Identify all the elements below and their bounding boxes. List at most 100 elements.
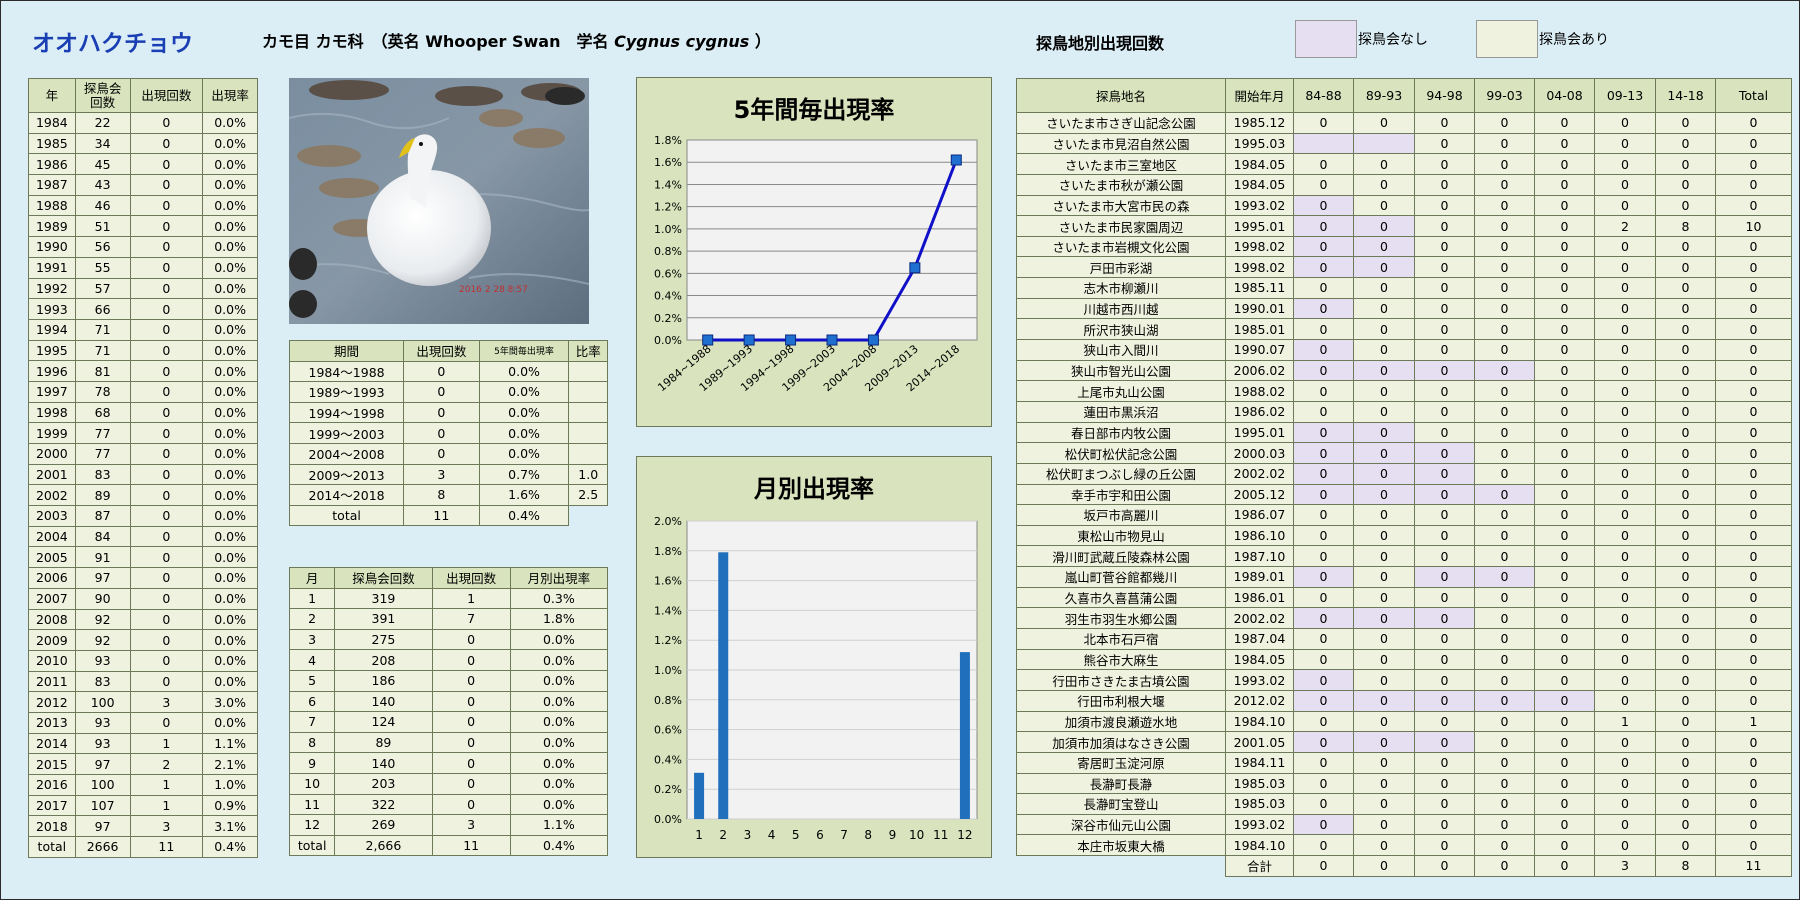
plot-area	[686, 139, 978, 341]
location-count-cell: 0	[1474, 277, 1535, 299]
location-start-cell: 1987.04	[1225, 628, 1294, 650]
location-start-cell: 1988.02	[1225, 380, 1294, 402]
month-total-cell: total	[288, 834, 336, 857]
location-start-cell: 1998.02	[1225, 235, 1294, 258]
location-start-cell: 1995.03	[1225, 132, 1294, 155]
year-cell: 2014	[28, 732, 76, 755]
year-cell: 2013	[28, 711, 76, 734]
location-count-cell: 0	[1594, 112, 1656, 134]
location-count-cell: 0	[1715, 607, 1792, 630]
location-count-cell: 0	[1293, 689, 1354, 712]
location-count-cell: 0	[1655, 235, 1716, 258]
year-cell: 77	[74, 422, 131, 444]
year-cell: 0	[129, 546, 204, 569]
x-tick-label: 5	[792, 828, 800, 842]
location-count-cell: 0	[1414, 153, 1475, 175]
location-count-cell: 0	[1534, 483, 1595, 506]
location-row: 上尾市丸山公園 1988.02 0 0 0 0 0 0 0 0	[1016, 380, 1792, 402]
location-row: 羽生市羽生水郷公園 2002.02 0 0 0 0 0 0 0 0	[1016, 607, 1792, 630]
period-cell: 1984～1988	[288, 360, 405, 383]
location-count-cell: 0	[1293, 421, 1354, 444]
location-count-cell: 0	[1655, 586, 1716, 609]
location-count-cell: 0	[1534, 669, 1595, 691]
location-count-cell: 0	[1715, 359, 1792, 382]
year-cell: 1984	[28, 112, 76, 134]
year-cell: 1	[129, 774, 204, 796]
location-row: さいたま市さぎ山記念公園 1985.12 0 0 0 0 0 0 0 0	[1016, 112, 1792, 134]
location-start-cell: 1985.12	[1225, 112, 1294, 134]
location-count-cell: 0	[1293, 566, 1354, 588]
location-count-cell: 0	[1534, 256, 1595, 279]
year-cell: 57	[74, 277, 131, 300]
year-cell: 0.0%	[202, 256, 258, 279]
location-count-cell: 0	[1414, 442, 1475, 464]
location-count-cell: 0	[1353, 710, 1415, 733]
y-tick-label: 0.4%	[654, 753, 682, 766]
location-col-header: 開始年月	[1225, 78, 1294, 113]
location-col-header: 14-18	[1655, 78, 1716, 113]
month-cell: 3	[288, 628, 336, 651]
period-cell: 1.6%	[478, 484, 570, 506]
location-count-cell: 0	[1594, 834, 1656, 857]
location-total-row: 合計 0 0 0 0 0 3 8 11	[1017, 855, 1792, 877]
location-count-cell: 0	[1655, 710, 1716, 733]
location-name-cell: 所沢市狭山湖	[1016, 318, 1226, 341]
location-start-cell: 1985.03	[1225, 793, 1294, 815]
location-name-cell: 松伏町まつぶし緑の丘公園	[1016, 462, 1226, 485]
location-count-cell: 0	[1655, 566, 1716, 588]
location-count-cell: 0	[1715, 277, 1792, 299]
location-count-cell: 0	[1534, 112, 1595, 134]
year-cell: 0	[129, 360, 204, 382]
period-col-header: 期間	[288, 340, 405, 362]
location-count-cell: 0	[1534, 545, 1595, 568]
location-row: 滑川町武蔵丘陵森林公園 1987.10 0 0 0 0 0 0 0 0	[1016, 545, 1792, 568]
location-count-cell: 0	[1474, 256, 1535, 279]
location-count-cell: 0	[1353, 607, 1415, 630]
location-row: 久喜市久喜菖蒲公園 1986.01 0 0 0 0 0 0 0 0	[1016, 586, 1792, 609]
location-name-cell: 行田市さきたま古墳公園	[1016, 669, 1226, 691]
location-total-cell: 3	[1594, 855, 1656, 877]
location-count-cell: 0	[1414, 132, 1475, 155]
location-col-header: 94-98	[1414, 78, 1475, 113]
location-total-cell: 8	[1655, 855, 1716, 877]
month-row: 6 140 0 0.0%	[288, 690, 609, 713]
location-count-cell: 0	[1353, 173, 1415, 196]
year-cell: 0	[129, 194, 204, 217]
location-name-cell: 春日部市内牧公園	[1016, 421, 1226, 444]
location-start-cell: 1986.07	[1225, 504, 1294, 526]
year-cell: 0.0%	[202, 380, 258, 403]
location-count-cell: 0	[1715, 834, 1792, 857]
location-row: さいたま市三室地区 1984.05 0 0 0 0 0 0 0 0	[1016, 153, 1792, 175]
location-count-cell: 0	[1414, 628, 1475, 650]
blank-cell	[1017, 856, 1226, 877]
month-cell: 0	[431, 772, 511, 795]
location-name-cell: 北本市石戸宿	[1016, 628, 1226, 650]
y-tick-label: 0.6%	[654, 724, 682, 737]
year-cell: 0	[129, 443, 204, 465]
year-cell: 0.0%	[202, 567, 258, 589]
year-cell: 0	[129, 484, 204, 507]
year-cell: 1987	[28, 174, 76, 196]
location-total-cell: 0	[1353, 855, 1415, 877]
year-cell: 3.0%	[202, 691, 258, 713]
location-name-cell: さいたま市三室地区	[1016, 153, 1226, 175]
location-count-cell: 0	[1534, 751, 1595, 774]
period-cell: 0.7%	[478, 463, 570, 486]
location-row: 行田市利根大堰 2012.02 0 0 0 0 0 0 0 0	[1016, 689, 1792, 712]
location-count-cell: 0	[1414, 504, 1475, 526]
year-cell: 0	[129, 649, 204, 672]
location-count-cell: 0	[1655, 153, 1716, 175]
period-col-header: 出現回数	[403, 340, 480, 362]
photo-date-stamp: 2016 2 28 8:57	[459, 285, 528, 295]
location-count-cell: 0	[1474, 132, 1535, 155]
location-count-cell: 0	[1655, 793, 1716, 815]
location-start-cell: 1990.01	[1225, 297, 1294, 320]
location-count-cell: 0	[1353, 813, 1415, 836]
location-name-cell: 滑川町武蔵丘陵森林公園	[1016, 545, 1226, 568]
location-row: 長瀞町宝登山 1985.03 0 0 0 0 0 0 0 0	[1016, 793, 1792, 815]
location-count-cell: 0	[1414, 834, 1475, 857]
location-count-cell: 0	[1594, 297, 1656, 320]
location-count-cell: 0	[1715, 751, 1792, 774]
location-count-cell: 0	[1655, 504, 1716, 526]
location-count-cell: 0	[1594, 731, 1656, 753]
